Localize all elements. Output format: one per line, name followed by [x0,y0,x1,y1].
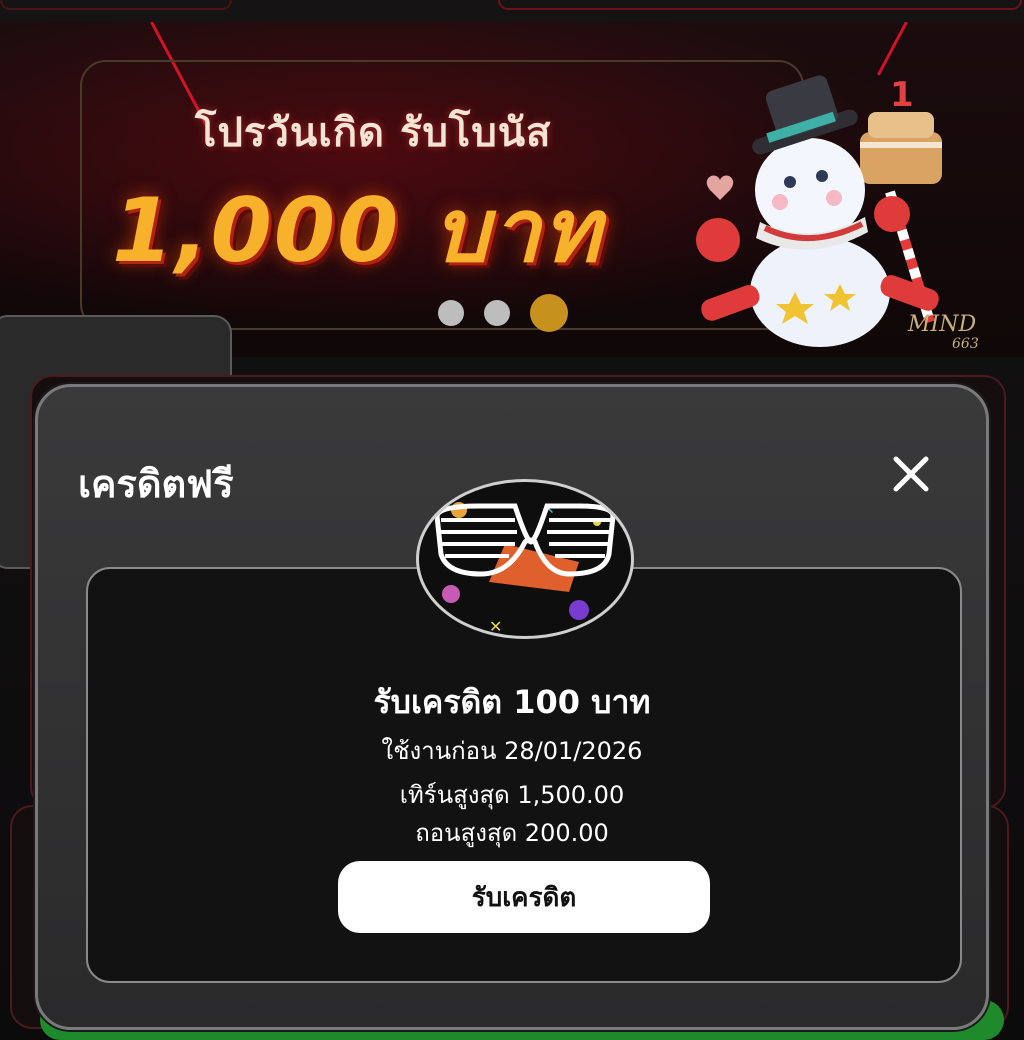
offer-max-withdraw: ถอนสูงสุด 200.00 [415,819,609,847]
svg-text:✕: ✕ [489,617,502,636]
banner-title: โปรวันเกิด รับโบนัส [195,110,552,156]
brand-logo-number: 663 [952,336,979,352]
close-button[interactable] [886,449,936,499]
top-nav-strip [0,0,1024,22]
brand-logo-text: MIND [908,312,977,337]
offer-max-turnover: เทิร์นสูงสุด 1,500.00 [399,781,625,809]
offer-expiry: ใช้งานก่อน 28/01/2026 [381,737,643,765]
modal-title: เครดิตฟรี [78,462,234,506]
claim-credit-button[interactable]: รับเครดิต [338,861,710,933]
snowman-illustration: 1 [696,75,942,347]
top-nav-pill-right[interactable] [498,0,1022,10]
carousel-dot[interactable] [484,300,510,326]
top-nav-pill-left[interactable] [0,0,232,10]
brand-logo: MIND 663 [908,312,1018,352]
party-glasses-icon: ✕ ✕ [416,479,634,639]
free-credit-modal: เครดิตฟรี ✕ ✕ รับเครดิต 100 บาท ใช้งานก่… [35,384,989,1030]
birthday-cake-icon: 1 [860,75,942,184]
svg-text:1: 1 [890,75,914,115]
carousel-dot[interactable] [438,300,464,326]
carousel-dots [438,294,568,332]
banner-amount: 1,000 บาท [112,179,603,282]
offer-title: รับเครดิต 100 บาท [373,683,651,721]
promo-banner[interactable]: โปรวันเกิด รับโบนัส 1,000 บาท 1 MIND 663 [0,22,1024,357]
close-icon [893,456,929,492]
carousel-dot-active[interactable] [530,294,568,332]
